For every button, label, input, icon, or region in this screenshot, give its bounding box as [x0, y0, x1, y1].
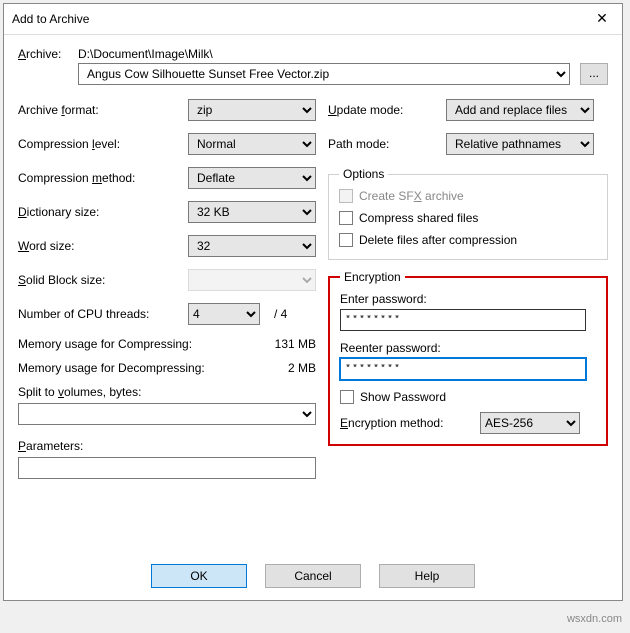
archive-path: D:\Document\Image\Milk\ — [78, 47, 213, 61]
sfx-label: Create SFX archive — [359, 189, 464, 203]
help-button[interactable]: Help — [379, 564, 475, 588]
dictionary-size-select[interactable]: 32 KB — [188, 201, 316, 223]
add-to-archive-dialog: Add to Archive ✕ Archive: D:\Document\Im… — [3, 3, 623, 601]
left-column: Archive format: zip Compression level: N… — [18, 99, 328, 479]
window-title: Add to Archive — [12, 12, 89, 26]
mem-compress-label: Memory usage for Compressing: — [18, 337, 192, 351]
update-mode-label: Update mode: — [328, 103, 446, 117]
mem-decompress-label: Memory usage for Decompressing: — [18, 361, 205, 375]
compress-shared-checkbox[interactable] — [339, 211, 353, 225]
ok-button[interactable]: OK — [151, 564, 247, 588]
delete-after-checkbox[interactable] — [339, 233, 353, 247]
encryption-group: Encryption Enter password: Reenter passw… — [328, 270, 608, 446]
compression-method-select[interactable]: Deflate — [188, 167, 316, 189]
encryption-method-label: Encryption method: — [340, 416, 480, 430]
split-volumes-select[interactable] — [18, 403, 316, 425]
encryption-method-select[interactable]: AES-256 — [480, 412, 580, 434]
options-group: Options Create SFX archive Compress shar… — [328, 167, 608, 260]
reenter-password-label: Reenter password: — [340, 341, 596, 355]
word-size-select[interactable]: 32 — [188, 235, 316, 257]
path-mode-select[interactable]: Relative pathnames — [446, 133, 594, 155]
cpu-threads-label: Number of CPU threads: — [18, 307, 188, 321]
compression-level-select[interactable]: Normal — [188, 133, 316, 155]
reenter-password-input[interactable] — [340, 358, 586, 380]
update-mode-select[interactable]: Add and replace files — [446, 99, 594, 121]
dialog-buttons: OK Cancel Help — [4, 564, 622, 588]
compression-level-label: Compression level: — [18, 137, 188, 151]
cpu-threads-max: / 4 — [274, 307, 287, 321]
path-mode-label: Path mode: — [328, 137, 446, 151]
split-volumes-label: Split to volumes, bytes: — [18, 385, 328, 399]
options-legend: Options — [339, 167, 388, 181]
solid-block-select — [188, 269, 316, 291]
show-password-checkbox[interactable] — [340, 390, 354, 404]
encryption-legend: Encryption — [340, 270, 405, 284]
watermark: wsxdn.com — [567, 613, 622, 625]
cancel-button[interactable]: Cancel — [265, 564, 361, 588]
titlebar: Add to Archive ✕ — [4, 4, 622, 35]
mem-decompress-value: 2 MB — [288, 361, 316, 375]
enter-password-input[interactable] — [340, 309, 586, 331]
word-size-label: Word size: — [18, 239, 188, 253]
browse-button[interactable]: ... — [580, 63, 608, 85]
archive-name-select[interactable]: Angus Cow Silhouette Sunset Free Vector.… — [78, 63, 570, 85]
archive-format-select[interactable]: zip — [188, 99, 316, 121]
compression-method-label: Compression method: — [18, 171, 188, 185]
delete-after-label: Delete files after compression — [359, 233, 517, 247]
archive-label: Archive: — [18, 47, 78, 61]
solid-block-label: Solid Block size: — [18, 273, 188, 287]
parameters-label: Parameters: — [18, 439, 328, 453]
dictionary-size-label: Dictionary size: — [18, 205, 188, 219]
right-column: Update mode: Add and replace files Path … — [328, 99, 608, 479]
close-icon[interactable]: ✕ — [590, 9, 614, 29]
parameters-input[interactable] — [18, 457, 316, 479]
enter-password-label: Enter password: — [340, 292, 596, 306]
mem-compress-value: 131 MB — [275, 337, 316, 351]
archive-format-label: Archive format: — [18, 103, 188, 117]
compress-shared-label: Compress shared files — [359, 211, 478, 225]
show-password-label: Show Password — [360, 390, 446, 404]
cpu-threads-select[interactable]: 4 — [188, 303, 260, 325]
sfx-checkbox — [339, 189, 353, 203]
